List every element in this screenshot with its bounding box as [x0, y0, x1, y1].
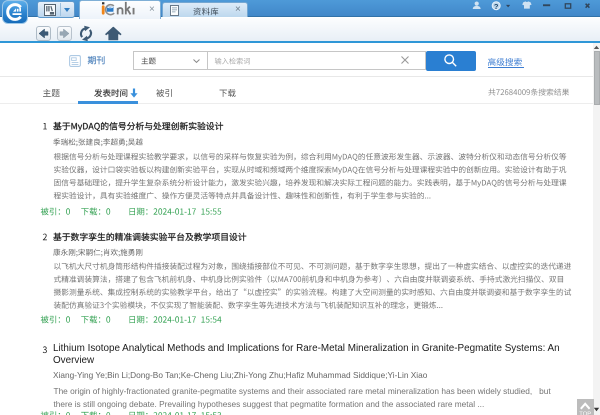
svg-text:TOP: TOP: [579, 411, 591, 415]
svg-text:?: ?: [494, 2, 499, 11]
